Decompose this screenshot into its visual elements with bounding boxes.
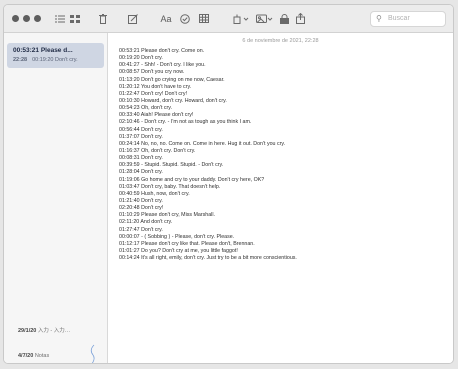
lock-icon[interactable] xyxy=(278,11,290,26)
subtitle-line: 02:20:48 Don't cry! xyxy=(119,205,164,212)
subtitle-line: 00:33:40 Aiah! Please don't cry! xyxy=(119,112,194,119)
toolbar: Aa ⚲ xyxy=(4,5,453,33)
text-format-icon[interactable]: Aa xyxy=(158,11,174,26)
note-item-preview: 入力 - 入力… xyxy=(37,328,71,334)
note-list-item[interactable]: 4/7/20 Notas xyxy=(18,353,49,359)
subtitle-line: 00:00:07 - ( Sobbing ) - Please, don't c… xyxy=(119,233,235,240)
subtitle-line: 01:27:47 Don't cry. xyxy=(119,226,163,233)
subtitle-line: 01:22:47 Don't cry! Don't cry! xyxy=(119,90,187,97)
note-date-header: 6 de noviembre de 2021, 22:28 xyxy=(242,38,319,44)
subtitle-line: 00:10:30 Howard, don't cry. Howard, don'… xyxy=(119,97,227,104)
subtitle-line: 00:14:24 It's all right, emily, don't cr… xyxy=(119,255,297,262)
handwriting-sketch-icon xyxy=(90,344,95,363)
subtitle-line: 01:10:29 Please don't cry, Miss Marshall… xyxy=(119,212,216,219)
subtitle-line: 00:56:44 Don't cry. xyxy=(119,126,163,133)
trash-icon[interactable] xyxy=(97,11,109,26)
compose-note-icon[interactable] xyxy=(126,11,139,26)
subtitle-line: 00:54:23 Oh, don't cry. xyxy=(119,105,173,112)
gallery-view-icon[interactable] xyxy=(68,11,81,26)
subtitle-line: 01:19:06 Go home and cry to your daddy. … xyxy=(119,176,265,183)
subtitle-line: 00:08:57 Don't you cry now. xyxy=(119,69,185,76)
note-list-item[interactable]: 29/1/20 入力 - 入力… xyxy=(18,326,70,334)
subtitle-line: 00:39:59 - Stupid. Stupid. Stupid. - Don… xyxy=(119,162,224,169)
note-item-date: 4/7/20 xyxy=(18,353,34,359)
list-view-icon[interactable] xyxy=(53,11,66,26)
subtitle-line: 02:10:46 - Don't cry. - I'm not as tough… xyxy=(119,119,252,126)
subtitle-line: 00:41:27 - Shh! - Don't cry. I like you. xyxy=(119,62,206,69)
note-item-preview: 00:19:20 Don't cry. xyxy=(32,57,78,63)
subtitle-line: 00:08:31 Don't cry. xyxy=(119,155,163,162)
subtitle-line: 00:19:20 Don't cry. xyxy=(119,55,163,62)
attachment-menu-icon[interactable] xyxy=(231,11,251,26)
checklist-icon[interactable] xyxy=(179,11,191,26)
subtitle-line: 01:16:37 Oh, don't cry. Don't cry. xyxy=(119,147,196,154)
close-window-dot[interactable] xyxy=(12,15,19,22)
subtitle-line: 01:21:40 Don't cry. xyxy=(119,197,163,204)
note-item-meta: 22:28 00:19:20 Don't cry. xyxy=(13,57,78,63)
notes-sidebar: 00:53:21 Please d... 22:28 00:19:20 Don't… xyxy=(4,33,108,363)
subtitle-line: 01:03:47 Don't cry, baby. That doesn't h… xyxy=(119,183,221,190)
note-list-item-selected[interactable]: 00:53:21 Please d... 22:28 00:19:20 Don't… xyxy=(7,43,104,68)
subtitle-line: 01:28:04 Don't cry. xyxy=(119,169,163,176)
note-item-date: 29/1/20 xyxy=(18,328,37,334)
notes-window: Aa ⚲ 00:53:21 Please d... 22:28 00:19:20 … xyxy=(3,4,454,364)
share-icon[interactable] xyxy=(294,11,306,26)
search-input[interactable] xyxy=(388,13,440,24)
note-item-preview: Notas xyxy=(34,353,50,359)
table-icon[interactable] xyxy=(197,11,210,26)
subtitle-line: 01:01:27 Do you? Don't cry at me, you li… xyxy=(119,247,238,254)
subtitle-line: 01:20:12 You don't have to cry. xyxy=(119,83,192,90)
zoom-window-dot[interactable] xyxy=(34,15,41,22)
note-body[interactable]: 00:53:21 Please don't cry. Come on. 00:1… xyxy=(119,48,447,262)
subtitle-line: 00:40:59 Hush, now, don't cry. xyxy=(119,190,190,197)
subtitle-line: 00:53:21 Please don't cry. Come on. xyxy=(119,48,205,54)
note-item-title: 00:53:21 Please d... xyxy=(13,47,73,54)
note-item-date: 22:28 xyxy=(13,57,28,63)
subtitle-line: 00:24:14 No, no, no. Come on. Come in he… xyxy=(119,140,286,147)
media-menu-icon[interactable] xyxy=(254,11,275,26)
subtitle-line: 01:12:17 Please don't cry like that. Ple… xyxy=(119,240,255,247)
note-editor[interactable]: 6 de noviembre de 2021, 22:28 00:53:21 P… xyxy=(108,33,453,363)
subtitle-line: 01:37:07 Don't cry. xyxy=(119,133,163,140)
search-field[interactable]: ⚲ xyxy=(370,11,446,27)
subtitle-line: 02:11:20 And don't cry. xyxy=(119,219,173,226)
minimize-window-dot[interactable] xyxy=(23,15,30,22)
search-icon: ⚲ xyxy=(376,14,382,23)
subtitle-line: 01:13:20 Don't go crying on me now, Caes… xyxy=(119,76,225,83)
